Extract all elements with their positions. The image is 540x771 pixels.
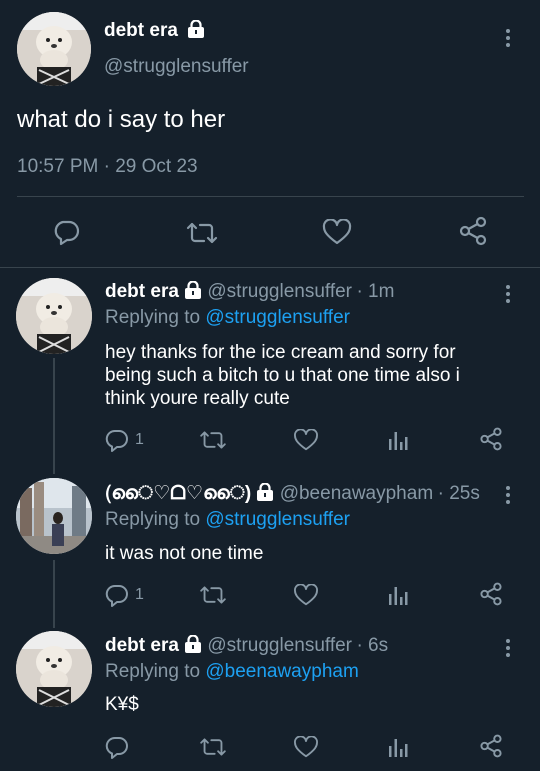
- retweet-icon[interactable]: [186, 220, 218, 246]
- reply-icon[interactable]: [105, 583, 129, 607]
- author-line: debt era: [104, 19, 206, 43]
- replying-label: Replying to: [105, 661, 201, 682]
- analytics-icon[interactable]: [387, 429, 409, 451]
- mention-link[interactable]: @strugglensuffer: [205, 509, 350, 530]
- retweet-icon[interactable]: [199, 584, 227, 606]
- author-line: debt era @strugglensuffer · 6s: [105, 634, 389, 658]
- replying-to: Replying to @strugglensuffer: [105, 307, 350, 329]
- retweet-icon[interactable]: [199, 429, 227, 451]
- replying-to: Replying to @beenawaypham: [105, 661, 359, 683]
- more-options-icon[interactable]: [506, 636, 510, 660]
- handle[interactable]: @strugglensuffer: [207, 281, 352, 302]
- handle[interactable]: @strugglensuffer: [104, 56, 249, 78]
- author-line: debt era @strugglensuffer · 1m: [105, 280, 395, 304]
- more-options-icon[interactable]: [506, 26, 510, 50]
- tweet-text: K¥$: [105, 694, 139, 715]
- thread-line: [53, 358, 55, 474]
- more-options-icon[interactable]: [506, 483, 510, 507]
- divider: [0, 267, 540, 268]
- share-icon[interactable]: [479, 734, 503, 758]
- display-name[interactable]: debt era: [105, 635, 179, 656]
- time: · 1m: [356, 281, 395, 302]
- tweet-text-line: think youre really cute: [105, 388, 290, 409]
- more-options-icon[interactable]: [506, 282, 510, 306]
- handle[interactable]: @strugglensuffer: [207, 635, 352, 656]
- reply-icon[interactable]: [105, 428, 129, 452]
- tweet-text: it was not one time: [105, 543, 264, 564]
- share-icon[interactable]: [458, 216, 488, 246]
- thread-line: [53, 560, 55, 628]
- lock-icon: [186, 19, 206, 43]
- replying-to: Replying to @strugglensuffer: [105, 509, 350, 531]
- divider: [17, 196, 524, 197]
- reply-count: 1: [135, 431, 144, 448]
- tweet-text: what do i say to her: [17, 106, 226, 133]
- analytics-icon[interactable]: [387, 736, 409, 758]
- lock-icon: [183, 634, 203, 658]
- display-name[interactable]: (ൈ♡ᗝ♡ൈ): [105, 483, 251, 504]
- like-icon[interactable]: [293, 736, 319, 758]
- author-line: (ൈ♡ᗝ♡ൈ) @beenawaypham · 25s: [105, 482, 480, 506]
- lock-icon: [183, 280, 203, 304]
- like-icon[interactable]: [293, 429, 319, 451]
- retweet-icon[interactable]: [199, 736, 227, 758]
- avatar[interactable]: [16, 278, 92, 354]
- timestamp: 10:57 PM · 29 Oct 23: [17, 156, 198, 177]
- mention-link[interactable]: @strugglensuffer: [205, 307, 350, 328]
- tweet-text-line: being such a bitch to u that one time al…: [105, 365, 460, 386]
- analytics-icon[interactable]: [387, 584, 409, 606]
- share-icon[interactable]: [479, 582, 503, 606]
- mention-link[interactable]: @beenawaypham: [205, 661, 358, 682]
- reply-icon[interactable]: [52, 218, 80, 246]
- display-name[interactable]: debt era: [105, 281, 179, 302]
- avatar[interactable]: [16, 631, 92, 707]
- tweet-text-line: hey thanks for the ice cream and sorry f…: [105, 342, 456, 363]
- tweet-text: hey thanks for the ice cream and sorry f…: [105, 341, 460, 410]
- time: · 25s: [437, 483, 480, 504]
- display-name[interactable]: debt era: [104, 20, 178, 41]
- replying-label: Replying to: [105, 307, 201, 328]
- like-icon[interactable]: [322, 219, 352, 245]
- time: · 6s: [356, 635, 389, 656]
- replying-label: Replying to: [105, 509, 201, 530]
- reply-icon[interactable]: [105, 735, 129, 759]
- lock-icon: [255, 482, 275, 506]
- avatar[interactable]: [16, 478, 92, 554]
- reply-count: 1: [135, 586, 144, 603]
- avatar[interactable]: [17, 12, 91, 86]
- share-icon[interactable]: [479, 427, 503, 451]
- handle[interactable]: @beenawaypham: [280, 483, 433, 504]
- like-icon[interactable]: [293, 584, 319, 606]
